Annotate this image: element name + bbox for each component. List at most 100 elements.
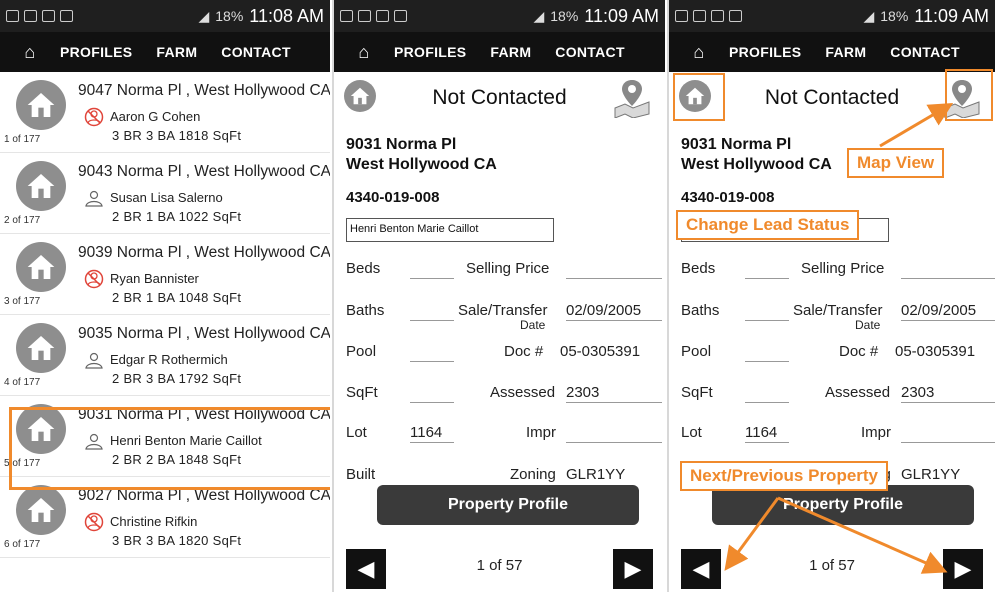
person-icon — [84, 188, 104, 208]
house-icon — [16, 404, 66, 454]
next-property-button[interactable]: ▶ — [613, 549, 653, 589]
not-contacted-icon — [84, 269, 104, 289]
zoning-value[interactable]: GLR1YY — [566, 466, 625, 483]
zoning-label: Zoning — [510, 466, 556, 483]
beds-input[interactable] — [410, 278, 454, 279]
nav-farm[interactable]: FARM — [825, 44, 866, 60]
nav-farm[interactable]: FARM — [156, 44, 197, 60]
nav-profiles[interactable]: PROFILES — [394, 44, 466, 60]
home-icon[interactable]: ⌂ — [334, 42, 394, 63]
next-previous-annotation: Next/Previous Property — [680, 461, 889, 491]
baths-input[interactable] — [410, 320, 454, 321]
property-address: 9039 Norma Pl , West Hollywood CA — [78, 244, 330, 261]
house-icon — [16, 485, 66, 535]
sale-transfer-label: Sale/Transfer — [793, 302, 883, 319]
nav-contact[interactable]: CONTACT — [890, 44, 960, 60]
top-nav: ⌂ PROFILES FARM CONTACT — [334, 32, 665, 72]
house-icon — [16, 161, 66, 211]
list-item[interactable]: 1 of 177 9047 Norma Pl , West Hollywood C… — [0, 72, 330, 153]
list-item[interactable]: 4 of 177 9035 Norma Pl , West Hollywood C… — [0, 315, 330, 396]
owner-name: Ryan Bannister — [110, 271, 199, 286]
signal-icon: ◢ — [533, 7, 545, 24]
doc-label: Doc # — [839, 343, 879, 360]
impr-input[interactable] — [901, 442, 995, 443]
home-icon[interactable]: ⌂ — [0, 42, 60, 63]
built-label: Built — [346, 466, 376, 483]
owner-name: Henri Benton Marie Caillot — [110, 433, 262, 448]
house-icon — [16, 242, 66, 292]
baths-input[interactable] — [745, 320, 789, 321]
assessed-label: Assessed — [825, 384, 891, 401]
property-address: 9031 Norma Pl West Hollywood CA — [346, 135, 497, 175]
top-nav: ⌂ PROFILES FARM CONTACT — [669, 32, 995, 72]
apn-number: 4340-019-008 — [681, 189, 775, 206]
pager: ◀ 1 of 57 ▶ — [669, 545, 995, 590]
doc-value[interactable]: 05-0305391 — [895, 343, 975, 360]
property-stats: 2 BR 1 BA 1022 SqFt — [112, 209, 242, 224]
property-detail-screen: ◢ 18% 11:09 AM ⌂ PROFILES FARM CONTACT N… — [332, 0, 665, 592]
top-nav: ⌂ PROFILES FARM CONTACT — [0, 32, 330, 72]
notification-icons — [6, 10, 73, 22]
status-bar: ◢ 18% 11:08 AM — [0, 0, 330, 32]
nav-contact[interactable]: CONTACT — [555, 44, 625, 60]
next-property-button[interactable]: ▶ — [943, 549, 983, 589]
assessed-underline — [566, 402, 662, 403]
sqft-input[interactable] — [410, 402, 454, 403]
nav-contact[interactable]: CONTACT — [221, 44, 291, 60]
property-stats: 3 BR 3 BA 1818 SqFt — [112, 128, 242, 143]
notification-icons — [340, 10, 407, 22]
sale-date-underline — [566, 320, 662, 321]
home-icon[interactable]: ⌂ — [669, 42, 729, 63]
list-item[interactable]: 2 of 177 9043 Norma Pl , West Hollywood C… — [0, 153, 330, 234]
assessed-label: Assessed — [490, 384, 556, 401]
map-pin-icon[interactable] — [611, 76, 653, 119]
sqft-input[interactable] — [745, 402, 789, 403]
assessed-value[interactable]: 2303 — [566, 384, 599, 401]
property-profile-button[interactable]: Property Profile — [377, 485, 639, 525]
property-list: 1 of 177 9047 Norma Pl , West Hollywood C… — [0, 72, 330, 558]
pager: ◀ 1 of 57 ▶ — [334, 545, 665, 590]
list-position: 1 of 177 — [4, 134, 41, 145]
pool-input[interactable] — [410, 361, 454, 362]
owner-name-field[interactable]: Henri Benton Marie Caillot — [346, 218, 554, 242]
sqft-label: SqFt — [681, 384, 713, 401]
not-contacted-icon — [84, 512, 104, 532]
beds-input[interactable] — [745, 278, 789, 279]
doc-value[interactable]: 05-0305391 — [560, 343, 640, 360]
sale-date-value[interactable]: 02/09/2005 — [901, 302, 976, 319]
owner-name: Aaron G Cohen — [110, 109, 201, 124]
list-item[interactable]: 3 of 177 9039 Norma Pl , West Hollywood C… — [0, 234, 330, 315]
list-position: 4 of 177 — [4, 377, 41, 388]
nav-profiles[interactable]: PROFILES — [729, 44, 801, 60]
sale-transfer-label-2: Date — [520, 318, 546, 332]
battery-level: 18% — [215, 8, 244, 24]
list-position: 2 of 177 — [4, 215, 41, 226]
list-item[interactable]: 5 of 177 9031 Norma Pl , West Hollywood C… — [0, 396, 330, 477]
sale-date-underline — [901, 320, 995, 321]
pool-label: Pool — [346, 343, 377, 360]
impr-input[interactable] — [566, 442, 662, 443]
property-stats: 3 BR 3 BA 1820 SqFt — [112, 533, 242, 548]
list-position: 3 of 177 — [4, 296, 41, 307]
nav-profiles[interactable]: PROFILES — [60, 44, 132, 60]
pool-input[interactable] — [745, 361, 789, 362]
list-item[interactable]: 6 of 177 9027 Norma Pl , West Hollywood C… — [0, 477, 330, 558]
property-stats: 2 BR 1 BA 1048 SqFt — [112, 290, 242, 305]
lot-underline — [410, 442, 454, 443]
map-pin-icon[interactable] — [941, 76, 983, 119]
nav-farm[interactable]: FARM — [490, 44, 531, 60]
clock: 11:09 AM — [914, 5, 989, 26]
assessed-value[interactable]: 2303 — [901, 384, 934, 401]
property-stats: 2 BR 2 BA 1848 SqFt — [112, 452, 242, 467]
property-profile-button[interactable]: Property Profile — [712, 485, 974, 525]
selling-price-label: Selling Price — [801, 260, 885, 277]
zoning-value[interactable]: GLR1YY — [901, 466, 960, 483]
selling-price-input[interactable] — [566, 278, 662, 279]
lot-value[interactable]: 1164 — [410, 424, 442, 441]
selling-price-input[interactable] — [901, 278, 995, 279]
lot-value[interactable]: 1164 — [745, 424, 777, 441]
clock: 11:09 AM — [584, 5, 659, 26]
person-icon — [84, 431, 104, 451]
baths-label: Baths — [681, 302, 720, 319]
sale-date-value[interactable]: 02/09/2005 — [566, 302, 641, 319]
